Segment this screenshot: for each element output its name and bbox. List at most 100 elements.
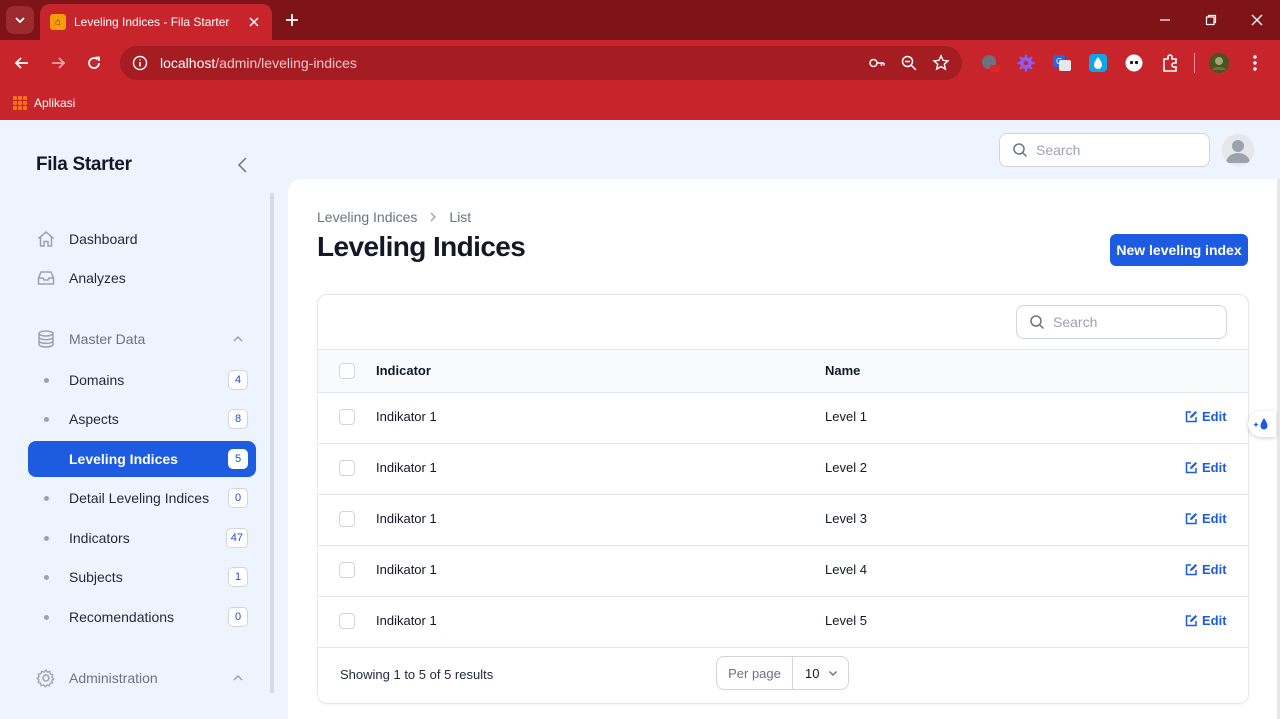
edit-button[interactable]: Edit: [1184, 460, 1227, 475]
table-row[interactable]: Indikator 1 Level 2 Edit: [318, 444, 1248, 495]
address-bar[interactable]: localhost/admin/leveling-indices: [120, 46, 962, 80]
browser-menu-button[interactable]: [1243, 51, 1267, 75]
tab-title: Leveling Indices - Fila Starter: [74, 15, 230, 29]
edit-label: Edit: [1202, 613, 1227, 628]
zoom-out-icon[interactable]: [900, 54, 918, 72]
search-icon: [1013, 143, 1028, 158]
edit-button[interactable]: Edit: [1184, 613, 1227, 628]
edit-icon: [1184, 614, 1198, 628]
bookmark-star-icon[interactable]: [932, 54, 950, 72]
sidebar-item-aspects[interactable]: Aspects 8: [28, 401, 256, 437]
sidebar-item-label: Detail Leveling Indices: [69, 490, 210, 506]
cell-name: Level 1: [825, 409, 867, 424]
table-card: Search Indicator Name Indikator 1 Level …: [317, 294, 1249, 704]
cell-name: Level 2: [825, 460, 867, 475]
table-row[interactable]: Indikator 1 Level 3 Edit: [318, 495, 1248, 546]
chevron-up-icon[interactable]: [228, 668, 248, 688]
per-page-select[interactable]: Per page 10: [716, 656, 849, 690]
browser-tab[interactable]: ⌂ Leveling Indices - Fila Starter: [40, 4, 272, 40]
reload-button[interactable]: [82, 51, 106, 75]
count-badge: 8: [228, 409, 248, 429]
brand-logo[interactable]: Fila Starter: [36, 154, 132, 176]
tab-close-button[interactable]: [246, 14, 262, 30]
extension-gear-icon[interactable]: [1014, 51, 1038, 75]
minimize-button[interactable]: [1142, 0, 1188, 40]
sidebar-group-label: Administration: [69, 670, 158, 686]
table-row[interactable]: Indikator 1 Level 5 Edit: [318, 597, 1248, 648]
extension-translate-icon[interactable]: G: [1050, 51, 1074, 75]
site-info-icon[interactable]: [132, 55, 148, 71]
table-row[interactable]: Indikator 1 Level 1 Edit: [318, 393, 1248, 444]
tab-search-button[interactable]: [6, 6, 34, 34]
edit-icon: [1184, 563, 1198, 577]
sidebar-item-dashboard[interactable]: Dashboard: [28, 221, 256, 257]
new-tab-button[interactable]: [280, 8, 304, 32]
url-host: localhost: [160, 55, 216, 71]
sidebar-item-subjects[interactable]: Subjects 1: [28, 559, 256, 595]
column-header-name[interactable]: Name: [825, 363, 860, 378]
sidebar-scrollbar[interactable]: [270, 193, 274, 693]
extension-cookie-icon[interactable]: [978, 51, 1002, 75]
sidebar-item-analyzes[interactable]: Analyzes: [28, 260, 256, 296]
edit-label: Edit: [1202, 409, 1227, 424]
cell-name: Level 3: [825, 511, 867, 526]
bullet-dot: [44, 377, 49, 383]
pagination-summary: Showing 1 to 5 of 5 results: [340, 667, 494, 682]
row-checkbox[interactable]: [339, 562, 355, 578]
sidebar-collapse-button[interactable]: [232, 155, 252, 175]
table-row[interactable]: Indikator 1 Level 4 Edit: [318, 546, 1248, 597]
cell-indicator: Indikator 1: [376, 562, 437, 577]
table-search-input[interactable]: Search: [1016, 305, 1227, 339]
sidebar-item-recomendations[interactable]: Recomendations 0: [28, 599, 256, 635]
restore-button[interactable]: [1188, 0, 1234, 40]
count-badge: 5: [228, 449, 248, 469]
sidebar-item-leveling-indices[interactable]: Leveling Indices 5: [28, 441, 256, 477]
sidebar-item-domains[interactable]: Domains 4: [28, 362, 256, 398]
close-icon: [249, 17, 259, 27]
extensions-puzzle-icon[interactable]: [1158, 51, 1182, 75]
row-checkbox[interactable]: [339, 460, 355, 476]
sidebar-group-label: Master Data: [69, 331, 146, 347]
new-leveling-index-button[interactable]: New leveling index: [1110, 234, 1248, 266]
url-text: localhost/admin/leveling-indices: [160, 55, 357, 71]
row-checkbox[interactable]: [339, 613, 355, 629]
edit-button[interactable]: Edit: [1184, 409, 1227, 424]
sidebar-item-indicators[interactable]: Indicators 47: [28, 520, 256, 556]
global-search-placeholder: Search: [1036, 142, 1081, 158]
profile-avatar-icon[interactable]: [1207, 51, 1231, 75]
sidebar-group-administration[interactable]: Administration: [28, 660, 256, 696]
cell-indicator: Indikator 1: [376, 460, 437, 475]
chevron-right-icon: [425, 209, 441, 225]
reload-icon: [88, 56, 100, 69]
url-path: /admin/leveling-indices: [215, 55, 357, 71]
floating-assistant-button[interactable]: [1248, 411, 1276, 437]
per-page-value[interactable]: 10: [793, 666, 848, 681]
extension-water-drop-icon[interactable]: [1086, 51, 1110, 75]
sidebar-group-master-data[interactable]: Master Data: [28, 321, 256, 357]
edit-icon: [1184, 512, 1198, 526]
restore-icon: [1205, 14, 1217, 26]
key-icon[interactable]: [868, 54, 886, 72]
sidebar-item-label: Dashboard: [69, 231, 138, 247]
close-window-button[interactable]: [1234, 0, 1280, 40]
chevron-up-icon[interactable]: [228, 329, 248, 349]
breadcrumb-link[interactable]: Leveling Indices: [317, 209, 417, 225]
edit-button[interactable]: Edit: [1184, 562, 1227, 577]
bookmark-apps-link[interactable]: Aplikasi: [34, 96, 75, 110]
extensions-bar: G: [978, 51, 1267, 75]
extension-dashcord-icon[interactable]: [1122, 51, 1146, 75]
user-avatar[interactable]: [1222, 134, 1254, 166]
edit-button[interactable]: Edit: [1184, 511, 1227, 526]
select-all-checkbox[interactable]: [339, 363, 355, 379]
sidebar-item-label: Leveling Indices: [69, 451, 178, 467]
forward-button[interactable]: [46, 51, 70, 75]
back-button[interactable]: [10, 51, 34, 75]
sidebar-item-detail-leveling-indices[interactable]: Detail Leveling Indices 0: [28, 480, 256, 516]
row-checkbox[interactable]: [339, 511, 355, 527]
column-header-indicator[interactable]: Indicator: [376, 363, 431, 378]
count-badge: 0: [228, 488, 248, 508]
apps-grid-icon[interactable]: [13, 96, 27, 110]
global-search-input[interactable]: Search: [999, 133, 1210, 167]
row-checkbox[interactable]: [339, 409, 355, 425]
home-icon: [36, 229, 56, 249]
